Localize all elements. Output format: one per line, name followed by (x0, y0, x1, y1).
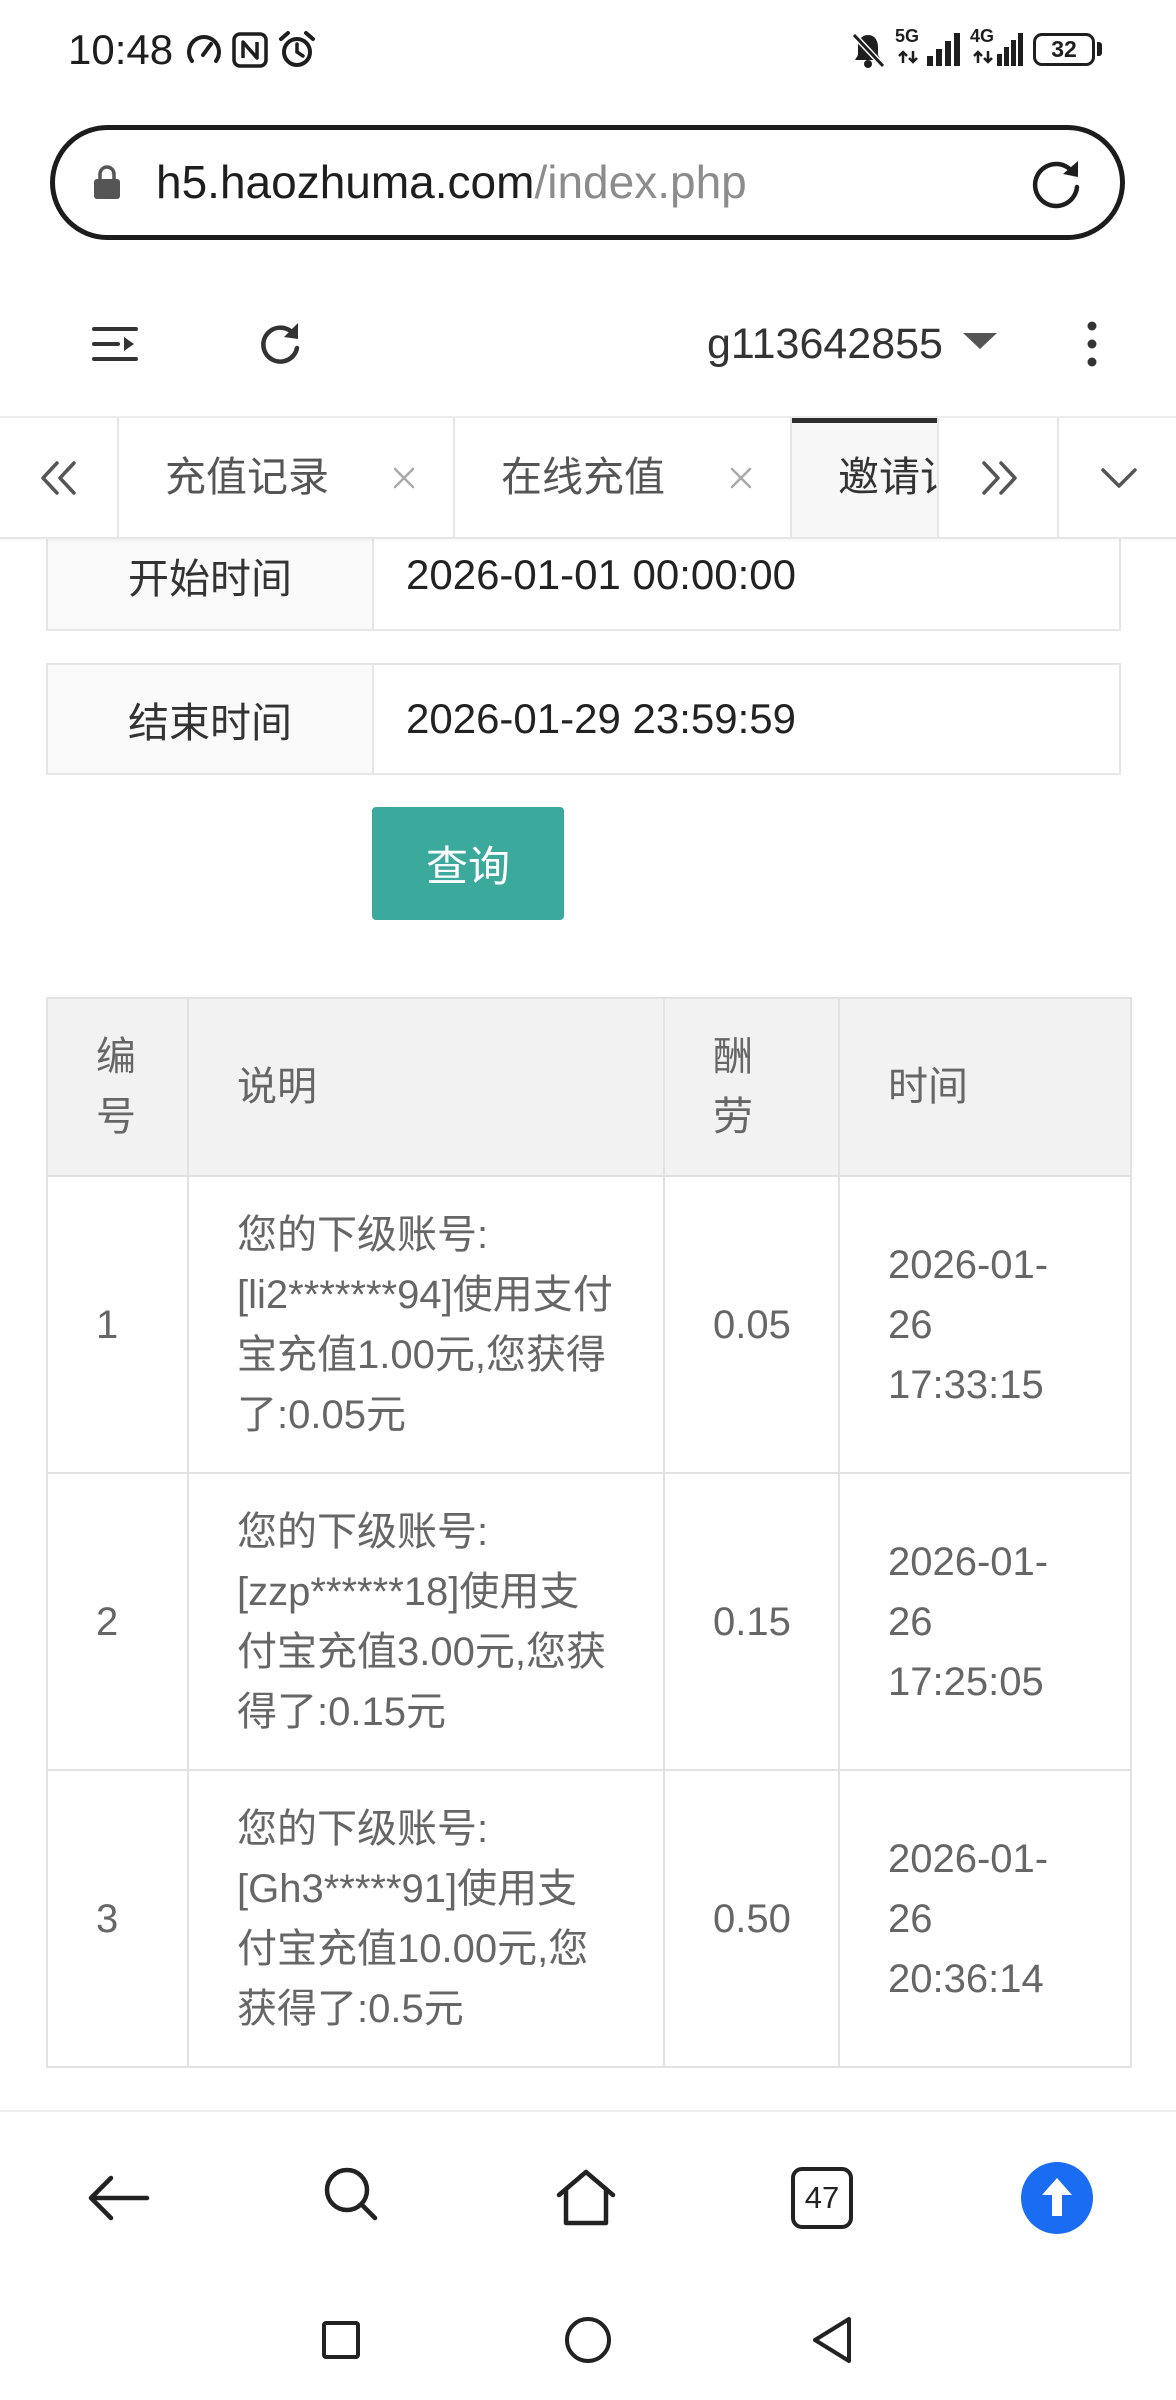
tab-options-button[interactable] (1057, 418, 1176, 537)
tab-invite-records[interactable]: 邀请记 (792, 418, 937, 537)
battery-icon: 32 (1033, 33, 1095, 66)
cell-time: 2026-01-26 17:33:15 (838, 1175, 1132, 1474)
tab-label: 充值记录 (165, 454, 329, 500)
phone-screen: 10:48 5G 4G 32 h5.haozhuma.com/index.php… (0, 0, 1176, 2400)
data-arrows-icon (898, 50, 918, 64)
column-header-id: 编号 (46, 997, 189, 1177)
cell-description: 您的下级账号:[li2*******94]使用支付宝充值1.00元,您获得了:0… (187, 1175, 665, 1474)
tab-label: 邀请记 (838, 454, 937, 500)
url-host: h5.haozhuma.com (156, 156, 535, 208)
back-arrow-icon[interactable] (85, 2172, 151, 2224)
start-time-row: 开始时间 (46, 539, 1121, 631)
invite-reward-table: 编号 说明 酬劳 时间 1 您的下级账号:[li2*******94]使用支付宝… (46, 997, 1132, 2068)
end-time-label: 结束时间 (46, 663, 374, 775)
back-triangle-icon[interactable] (809, 2315, 853, 2365)
tab-strip: 充值记录 在线充值 邀请记 (119, 418, 937, 537)
signal-icon (997, 33, 1023, 66)
speedometer-icon (187, 35, 221, 63)
main-content: 开始时间 结束时间 查询 编号 说明 酬劳 时间 (0, 539, 1176, 2110)
more-vertical-icon[interactable] (1086, 320, 1098, 368)
network-5g-label: 5G (895, 26, 920, 46)
dropdown-triangle-icon[interactable] (961, 331, 999, 351)
column-header-reward: 酬劳 (663, 997, 840, 1177)
column-header-description: 说明 (187, 997, 665, 1177)
tab-scroll-left-button[interactable] (0, 418, 119, 537)
table-row: 1 您的下级账号:[li2*******94]使用支付宝充值1.00元,您获得了… (46, 1175, 1132, 1474)
recent-apps-icon[interactable] (321, 2320, 361, 2360)
status-time: 10:48 (68, 26, 174, 73)
cell-id: 1 (46, 1175, 189, 1474)
address-bar[interactable]: h5.haozhuma.com/index.php (50, 125, 1125, 240)
data-arrows-icon (973, 50, 993, 64)
cell-reward: 0.15 (663, 1472, 840, 1771)
end-time-row: 结束时间 (46, 663, 1121, 775)
alarm-icon (279, 31, 315, 67)
system-navigation-bar (0, 2280, 1176, 2400)
signal-icon (927, 33, 960, 66)
tab-label: 在线充值 (501, 454, 665, 500)
chevron-down-icon (1101, 468, 1137, 488)
url-path: /index.php (534, 156, 747, 208)
column-header-time: 时间 (838, 997, 1132, 1177)
nfc-icon (232, 32, 268, 68)
end-time-input[interactable] (374, 663, 1121, 775)
cell-reward: 0.50 (663, 1769, 840, 2068)
tab-online-recharge[interactable]: 在线充值 (455, 418, 792, 537)
cell-description: 您的下级账号:[zzp******18]使用支付宝充值3.00元,您获得了:0.… (187, 1472, 665, 1771)
tab-scroll-right-button[interactable] (937, 418, 1057, 537)
cell-description: 您的下级账号:[Gh3*****91]使用支付宝充值10.00元,您获得了:0.… (187, 1769, 665, 2068)
cell-id: 3 (46, 1769, 189, 2068)
search-icon[interactable] (321, 2164, 383, 2226)
close-icon[interactable] (391, 465, 417, 491)
lock-icon[interactable] (92, 163, 122, 201)
network-4g-label: 4G (970, 26, 995, 46)
tab-recharge-records[interactable]: 充值记录 (119, 418, 455, 537)
scroll-to-top-icon[interactable] (1021, 2162, 1093, 2234)
home-circle-icon[interactable] (563, 2315, 613, 2365)
user-menu-name[interactable]: g113642855 (707, 318, 943, 370)
open-tab-count: 47 (804, 2180, 840, 2215)
table-header-row: 编号 说明 酬劳 时间 (46, 997, 1132, 1177)
tab-switcher-button[interactable]: 47 (791, 2167, 853, 2229)
battery-level: 32 (1051, 36, 1077, 62)
cell-time: 2026-01-26 17:25:05 (838, 1472, 1132, 1771)
home-icon[interactable] (554, 2166, 618, 2228)
table-row: 2 您的下级账号:[zzp******18]使用支付宝充值3.00元,您获得了:… (46, 1472, 1132, 1771)
reload-icon[interactable] (1025, 152, 1087, 214)
double-chevron-right-icon (982, 461, 1017, 495)
page-tab-bar: 充值记录 在线充值 邀请记 (0, 416, 1176, 539)
menu-collapse-icon[interactable] (91, 324, 139, 364)
query-button[interactable]: 查询 (372, 807, 564, 920)
app-header: g113642855 (0, 268, 1176, 416)
cell-time: 2026-01-26 20:36:14 (838, 1769, 1132, 2068)
browser-toolbar: 47 (0, 2110, 1176, 2280)
start-time-input[interactable] (374, 539, 1121, 631)
table-row: 3 您的下级账号:[Gh3*****91]使用支付宝充值10.00元,您获得了:… (46, 1769, 1132, 2068)
close-icon[interactable] (728, 465, 754, 491)
mute-bell-icon (851, 32, 886, 69)
battery-nub (1097, 42, 1102, 56)
status-bar: 10:48 5G 4G 32 (0, 0, 1176, 100)
url-text[interactable]: h5.haozhuma.com/index.php (156, 130, 747, 235)
cell-reward: 0.05 (663, 1175, 840, 1474)
start-time-label: 开始时间 (46, 539, 374, 631)
double-chevron-left-icon (41, 461, 76, 495)
refresh-icon[interactable] (254, 318, 306, 370)
cell-id: 2 (46, 1472, 189, 1771)
